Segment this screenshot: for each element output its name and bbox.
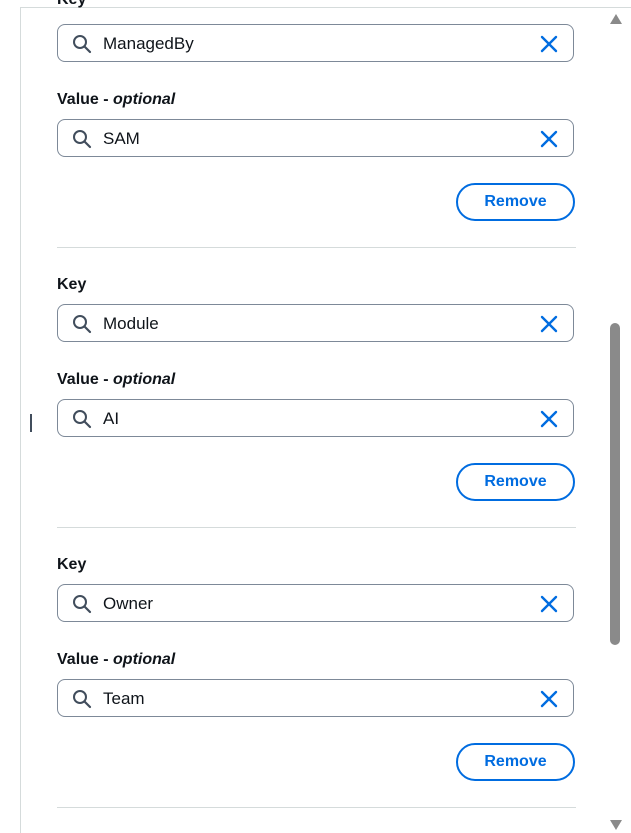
vertical-scrollbar[interactable] <box>606 8 626 833</box>
text-cursor <box>30 414 32 432</box>
divider <box>57 807 576 808</box>
scroll-up-arrow-icon[interactable] <box>610 14 622 24</box>
key-input[interactable]: ManagedBy <box>57 24 574 62</box>
value-label-text: Value <box>57 371 99 388</box>
value-label-text: Value <box>57 651 99 668</box>
value-input[interactable]: Team <box>57 679 574 717</box>
key-input-value: Module <box>103 314 159 333</box>
value-label: Value - optional <box>57 650 175 670</box>
key-input[interactable]: Module <box>57 304 574 342</box>
remove-button[interactable]: Remove <box>456 743 575 781</box>
scroll-down-arrow-icon[interactable] <box>610 820 622 830</box>
value-input-value: SAM <box>103 129 140 148</box>
value-label: Value - optional <box>57 90 175 110</box>
search-icon <box>73 410 92 429</box>
key-input-value: Owner <box>103 594 154 613</box>
tags-editor-panel: Key ManagedBy Value - optional SAM Remov… <box>0 0 631 833</box>
divider <box>57 527 576 528</box>
label-separator: - <box>98 651 114 668</box>
value-label-text: Value <box>57 91 99 108</box>
key-input[interactable]: Owner <box>57 584 574 622</box>
key-label: Key <box>57 276 87 293</box>
value-label: Value - optional <box>57 370 175 390</box>
optional-label: optional <box>113 651 176 668</box>
optional-label: optional <box>113 371 176 388</box>
close-icon[interactable] <box>539 409 559 429</box>
remove-button[interactable]: Remove <box>456 183 575 221</box>
left-border <box>20 7 21 833</box>
value-input-value: AI <box>103 409 120 428</box>
close-icon[interactable] <box>539 314 559 334</box>
close-icon[interactable] <box>539 594 559 614</box>
search-icon <box>73 35 92 54</box>
label-separator: - <box>98 91 114 108</box>
close-icon[interactable] <box>539 34 559 54</box>
optional-label: optional <box>113 91 176 108</box>
key-input-value: ManagedBy <box>103 34 194 53</box>
remove-button[interactable]: Remove <box>456 463 575 501</box>
top-border <box>21 7 631 8</box>
search-icon <box>73 315 92 334</box>
search-icon <box>73 690 92 709</box>
key-label: Key <box>57 556 87 573</box>
search-icon <box>73 130 92 149</box>
divider <box>57 247 576 248</box>
value-input[interactable]: AI <box>57 399 574 437</box>
search-icon <box>73 595 92 614</box>
value-input[interactable]: SAM <box>57 119 574 157</box>
close-icon[interactable] <box>539 689 559 709</box>
key-label: Key <box>57 0 86 10</box>
value-input-value: Team <box>103 689 145 708</box>
close-icon[interactable] <box>539 129 559 149</box>
label-separator: - <box>98 371 114 388</box>
scroll-thumb[interactable] <box>610 323 620 645</box>
